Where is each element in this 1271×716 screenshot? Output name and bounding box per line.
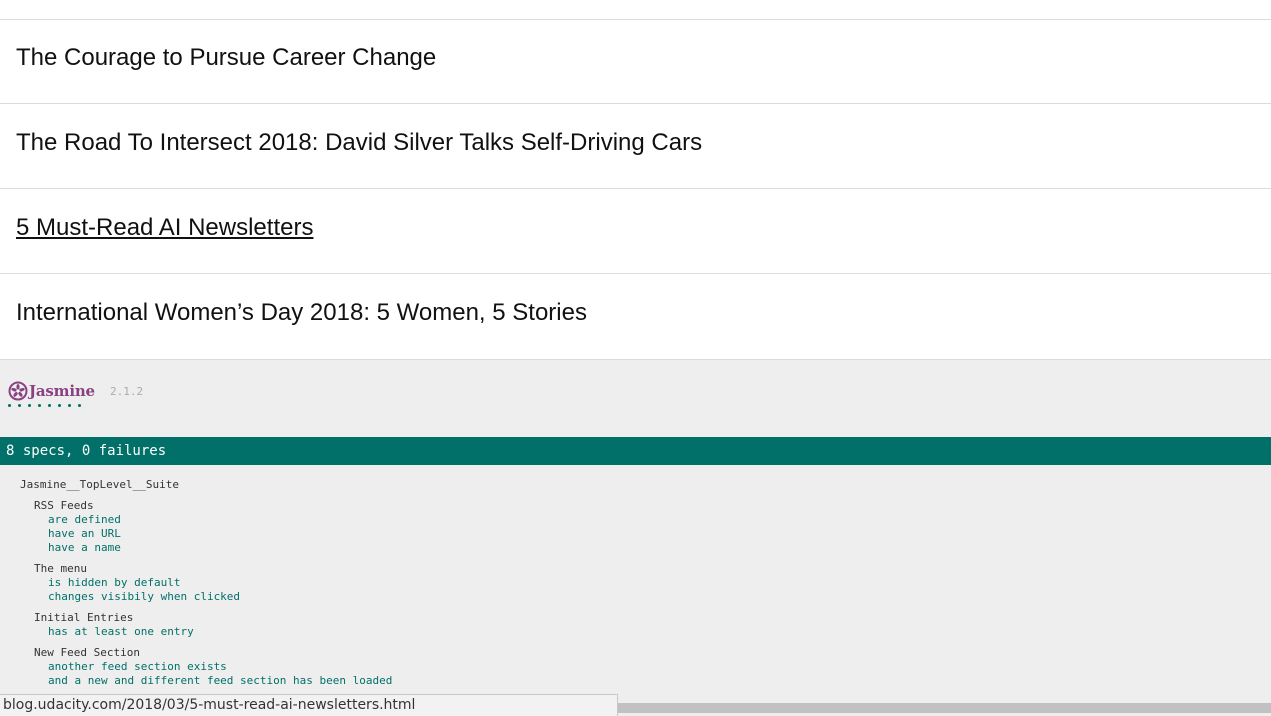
feed-list: The Courage to Pursue Career Change The … [0, 0, 1271, 360]
spec-item[interactable]: another feed section exists [48, 660, 227, 674]
spec-item[interactable]: has at least one entry [48, 625, 194, 639]
spec-item[interactable]: and a new and different feed section has… [48, 674, 392, 688]
jasmine-logo-text: Jasmine [29, 382, 95, 400]
passed-spec-dot [58, 404, 61, 407]
feed-entry-link-hovered[interactable]: 5 Must-Read AI Newsletters [16, 214, 313, 242]
spec-item[interactable]: have a name [48, 541, 121, 555]
feed-entry[interactable]: The Road To Intersect 2018: David Silver… [0, 105, 1271, 189]
feed-entry-link[interactable]: International Women’s Day 2018: 5 Women,… [16, 299, 587, 327]
jasmine-flower-icon [8, 381, 28, 401]
passed-spec-dot [78, 404, 81, 407]
jasmine-version: 2.1.2 [110, 385, 144, 398]
passed-spec-dot [8, 404, 11, 407]
suite-initial-entries[interactable]: Initial Entries [34, 611, 133, 625]
feed-entry[interactable]: International Women’s Day 2018: 5 Women,… [0, 275, 1271, 359]
spec-progress-dots [8, 404, 81, 407]
passed-spec-dot [38, 404, 41, 407]
jasmine-reporter: Jasmine 2.1.2 8 specs, 0 failures Jasmin… [0, 360, 1271, 716]
jasmine-banner: Jasmine [8, 380, 95, 402]
suite-new-feed-section[interactable]: New Feed Section [34, 646, 140, 660]
spec-item[interactable]: have an URL [48, 527, 121, 541]
spec-item[interactable]: is hidden by default [48, 576, 180, 590]
results-summary-bar: 8 specs, 0 failures [0, 437, 1271, 465]
horizontal-scrollbar[interactable] [618, 703, 1271, 713]
feed-entry[interactable]: The Courage to Pursue Career Change [0, 20, 1271, 104]
suite-the-menu[interactable]: The menu [34, 562, 87, 576]
passed-spec-dot [48, 404, 51, 407]
link-status-bar: blog.udacity.com/2018/03/5-must-read-ai-… [0, 694, 618, 716]
passed-spec-dot [28, 404, 31, 407]
suite-rss-feeds[interactable]: RSS Feeds [34, 499, 94, 513]
passed-spec-dot [18, 404, 21, 407]
passed-spec-dot [68, 404, 71, 407]
spec-item[interactable]: changes visibily when clicked [48, 590, 240, 604]
feed-entry-link[interactable]: The Courage to Pursue Career Change [16, 44, 436, 72]
feed-entry[interactable]: 5 Must-Read AI Newsletters [0, 190, 1271, 274]
feed-entry-link[interactable]: The Road To Intersect 2018: David Silver… [16, 129, 702, 157]
top-level-suite[interactable]: Jasmine__TopLevel__Suite [20, 478, 179, 492]
spec-item[interactable]: are defined [48, 513, 121, 527]
